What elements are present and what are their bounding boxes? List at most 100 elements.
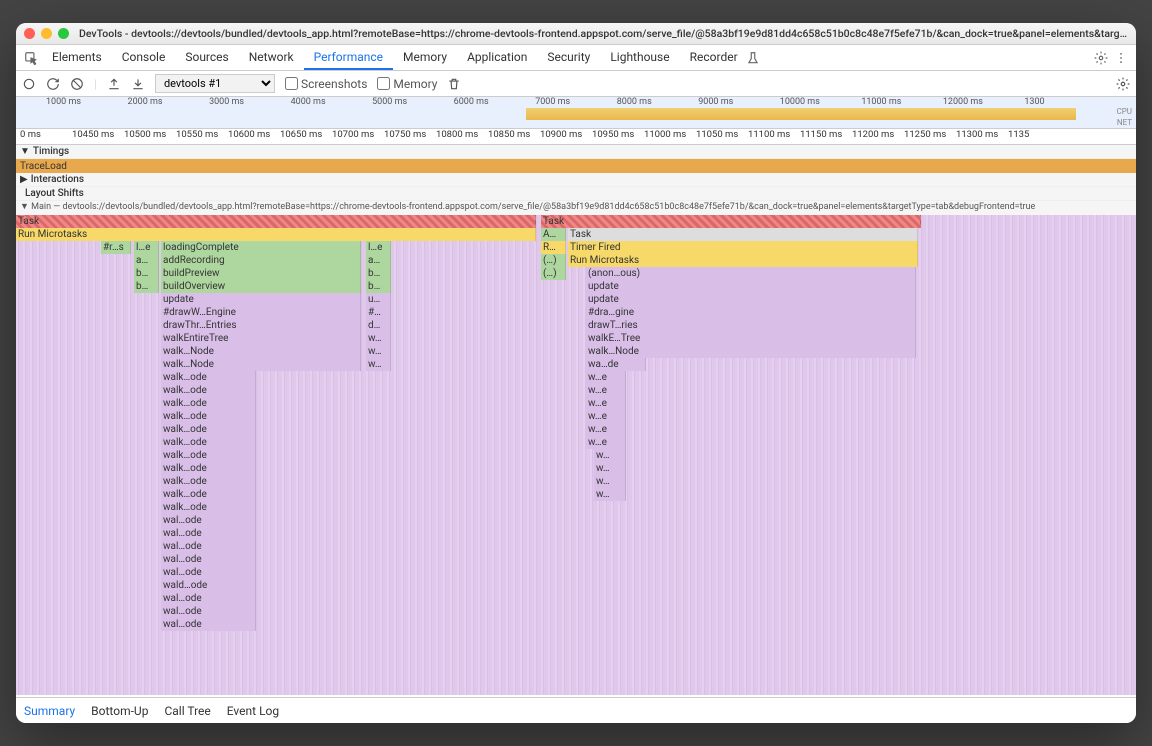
flame-entry[interactable]: wald…ode	[161, 579, 256, 592]
clear-icon[interactable]	[70, 77, 84, 91]
flame-entry[interactable]: walkEntireTree	[161, 332, 361, 345]
target-select[interactable]: devtools #1	[155, 74, 275, 93]
bottom-tab-call-tree[interactable]: Call Tree	[164, 704, 210, 718]
memory-checkbox[interactable]: Memory	[377, 77, 437, 91]
flame-entry[interactable]: b…	[366, 280, 391, 293]
close-icon[interactable]	[24, 28, 35, 39]
flame-entry[interactable]: wal…ode	[161, 618, 256, 631]
flame-entry[interactable]: walk…ode	[161, 475, 256, 488]
flame-entry[interactable]: walk…Node	[161, 358, 361, 371]
upload-icon[interactable]	[107, 77, 121, 91]
flame-entry[interactable]: walk…ode	[161, 501, 256, 514]
flame-entry[interactable]: a…	[134, 254, 159, 267]
flame-entry[interactable]: #drawW…Engine	[161, 306, 361, 319]
flame-entry[interactable]: walk…ode	[161, 371, 256, 384]
tab-recorder[interactable]: Recorder	[680, 46, 748, 69]
flame-entry[interactable]: a…	[366, 254, 391, 267]
flame-entry[interactable]: #dra…gine	[586, 306, 916, 319]
flame-entry[interactable]: walkE…Tree	[586, 332, 916, 345]
flame-entry[interactable]: wal…ode	[161, 605, 256, 618]
flame-entry[interactable]: update	[586, 293, 916, 306]
flame-entry[interactable]: w…e	[586, 410, 626, 423]
flame-entry[interactable]: Run Microtasks	[568, 254, 918, 267]
tab-sources[interactable]: Sources	[175, 46, 238, 69]
flame-entry[interactable]: wal…ode	[161, 527, 256, 540]
flame-entry[interactable]: walk…ode	[161, 423, 256, 436]
flame-entry[interactable]: Run Microtasks	[16, 228, 536, 241]
flame-entry[interactable]: walk…ode	[161, 397, 256, 410]
tab-network[interactable]: Network	[239, 46, 304, 69]
flame-entry[interactable]: w…	[594, 488, 626, 501]
flame-entry[interactable]: d…	[366, 319, 391, 332]
flame-entry[interactable]: (anon…ous)	[586, 267, 916, 280]
tab-memory[interactable]: Memory	[393, 46, 457, 69]
capture-settings-icon[interactable]	[1116, 77, 1130, 91]
flame-entry[interactable]: w…	[366, 332, 391, 345]
flame-entry[interactable]: walk…ode	[161, 449, 256, 462]
flame-entry[interactable]: l…e	[134, 241, 159, 254]
flame-entry[interactable]: wal…ode	[161, 592, 256, 605]
trash-icon[interactable]	[447, 77, 461, 91]
interactions-header[interactable]: ▶ Interactions	[16, 173, 1136, 187]
detail-ruler[interactable]: 0 ms10450 ms10500 ms10550 ms10600 ms1065…	[16, 129, 1136, 145]
flame-entry[interactable]: w…	[594, 449, 626, 462]
flame-entry[interactable]: u…	[366, 293, 391, 306]
flame-entry[interactable]: update	[161, 293, 361, 306]
flame-entry[interactable]: Task	[16, 215, 536, 228]
flame-entry[interactable]: w…e	[586, 423, 626, 436]
flame-entry[interactable]: R…	[541, 241, 566, 254]
layout-shifts-header[interactable]: Layout Shifts	[16, 187, 1136, 201]
flame-entry[interactable]: w…	[594, 475, 626, 488]
bottom-tab-summary[interactable]: Summary	[24, 704, 75, 718]
flame-entry[interactable]: walk…ode	[161, 384, 256, 397]
bottom-tab-bottom-up[interactable]: Bottom-Up	[91, 704, 148, 718]
flame-entry[interactable]: wal…ode	[161, 514, 256, 527]
flame-entry[interactable]: w…	[366, 358, 391, 371]
flame-entry[interactable]: walk…Node	[586, 345, 916, 358]
flame-entry[interactable]: w…e	[586, 436, 626, 449]
tab-application[interactable]: Application	[457, 46, 537, 69]
flame-entry[interactable]: walk…ode	[161, 462, 256, 475]
flame-entry[interactable]: (…)	[541, 254, 566, 267]
flame-entry[interactable]: drawT…ries	[586, 319, 916, 332]
flame-entry[interactable]: addRecording	[161, 254, 361, 267]
flame-entry[interactable]: buildOverview	[161, 280, 361, 293]
flame-entry[interactable]: Timer Fired	[568, 241, 918, 254]
tab-lighthouse[interactable]: Lighthouse	[600, 46, 679, 69]
flame-entry[interactable]: drawThr…Entries	[161, 319, 361, 332]
maximize-icon[interactable]	[58, 28, 69, 39]
flame-entry[interactable]: walk…ode	[161, 488, 256, 501]
reload-icon[interactable]	[46, 77, 60, 91]
flame-entry[interactable]: wa…de	[586, 358, 646, 371]
flame-entry[interactable]: b…	[134, 280, 159, 293]
flame-entry[interactable]: Task	[541, 215, 921, 228]
tab-security[interactable]: Security	[537, 46, 600, 69]
flame-entry[interactable]: loadingComplete	[161, 241, 361, 254]
overview-lane[interactable]: 1000 ms2000 ms3000 ms4000 ms5000 ms6000 …	[16, 97, 1136, 129]
flame-entry[interactable]: wal…ode	[161, 540, 256, 553]
flame-entry[interactable]: w…e	[586, 397, 626, 410]
tab-console[interactable]: Console	[112, 46, 176, 69]
flame-entry[interactable]: (…)	[541, 267, 566, 280]
flame-entry[interactable]: walk…Node	[161, 345, 361, 358]
tab-performance[interactable]: Performance	[304, 46, 393, 70]
flame-entry[interactable]: Task	[568, 228, 918, 241]
flame-entry[interactable]: w…	[594, 462, 626, 475]
more-icon[interactable]	[1112, 51, 1130, 65]
flame-entry[interactable]: update	[586, 280, 916, 293]
flame-entry[interactable]: l…e	[366, 241, 391, 254]
tab-elements[interactable]: Elements	[42, 46, 112, 69]
flame-entry[interactable]: wal…ode	[161, 553, 256, 566]
settings-icon[interactable]	[1092, 51, 1110, 65]
flame-entry[interactable]: w…	[366, 345, 391, 358]
bottom-tab-event-log[interactable]: Event Log	[227, 704, 279, 718]
flame-entry[interactable]: walk…ode	[161, 436, 256, 449]
inspect-icon[interactable]	[22, 51, 40, 65]
flame-entry[interactable]: walk…ode	[161, 410, 256, 423]
flame-entry[interactable]: b…	[366, 267, 391, 280]
flame-entry[interactable]: #r…s	[101, 241, 131, 254]
flame-entry[interactable]: w…e	[586, 371, 626, 384]
download-icon[interactable]	[131, 77, 145, 91]
main-thread-header[interactable]: ▼ Main — devtools://devtools/bundled/dev…	[16, 201, 1136, 215]
flame-entry[interactable]: wal…ode	[161, 566, 256, 579]
